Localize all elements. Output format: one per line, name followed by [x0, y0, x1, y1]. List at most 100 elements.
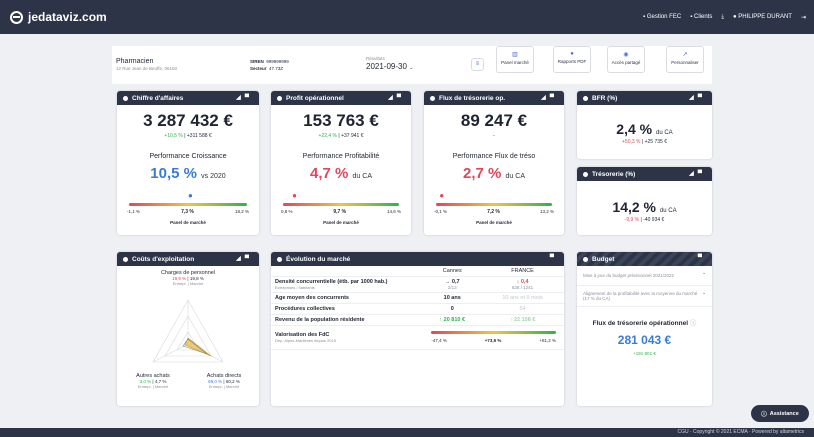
- ft-gauge-max: 13,2 %: [539, 209, 554, 214]
- po-gauge: [283, 203, 399, 206]
- card-title: Trésorerie (%): [592, 170, 636, 178]
- autres-achats-l2: Marché: [154, 384, 169, 389]
- card-dot-icon: [583, 95, 588, 101]
- cell-france: 10 ans et 9 mois: [481, 292, 564, 304]
- card-dot-icon: [430, 95, 435, 101]
- card-actions-icon[interactable]: ▀: [550, 255, 558, 261]
- po-panel-label: Panel de marché: [323, 220, 359, 225]
- card-actions-icon[interactable]: ◢▀: [689, 170, 706, 177]
- acces-partage-button[interactable]: ◉ Accès partagé: [607, 46, 645, 73]
- top-nav: ▪ Gestion FEC ▪ Clients ⤓ ● PHILIPPE DUR…: [643, 0, 806, 34]
- nav-user[interactable]: ● PHILIPPE DURANT: [733, 14, 792, 20]
- card-actions-icon[interactable]: ◢▀: [541, 94, 558, 101]
- card-bfr: BFR (%) ◢▀ 2,4 % du CA +50,3 % | +25 735 …: [577, 91, 712, 159]
- cell-france-sub: 628 / 1241: [511, 285, 534, 290]
- ca-gauge-mid: 7,3 %: [181, 209, 194, 215]
- card-couts-exploitation: Coûts d'exploitation ◢▀ Charges de person…: [117, 252, 259, 406]
- col-cannes: Cannes: [423, 266, 482, 277]
- radar-chart: [152, 299, 224, 363]
- ft-gauge-min: -0,1 %: [434, 209, 448, 214]
- ca-delta-pct: +10,5 %: [164, 133, 183, 139]
- share-icon: ◉: [623, 52, 629, 58]
- table-row: Procédures collectives 0 54: [271, 303, 564, 315]
- ca-value: 3 287 432 €: [143, 111, 233, 130]
- table-row: Age moyen des concurrents 10 ans 10 ans et…: [271, 292, 564, 304]
- bfr-suffix: du CA: [656, 130, 673, 136]
- po-perf-value: 4,7 %: [310, 165, 349, 182]
- valorisation-gauge: [431, 331, 556, 334]
- pdf-icon: ●: [570, 51, 574, 57]
- card-actions-icon[interactable]: ▀: [698, 255, 706, 261]
- row-sub: Dép. Alpes-Maritimes depuis 2015: [275, 338, 336, 343]
- market-table: Cannes FRANCE Densité concurrentielle (ét…: [271, 266, 564, 350]
- filter-button[interactable]: ≡: [471, 58, 484, 71]
- card-profit-operationnel: Profit opérationnel ◢▀ 153 763 € +22,4 % …: [271, 91, 411, 235]
- ft-perf-title: Performance Flux de tréso: [452, 153, 536, 160]
- rapports-pdf-button[interactable]: ● Rapports PDF: [553, 46, 591, 73]
- po-perf-suffix: du CA: [352, 173, 372, 180]
- ca-perf-suffix: vs 2020: [201, 173, 226, 180]
- ft-delta: -: [493, 133, 495, 139]
- budget-row-update[interactable]: Mise à jour du budget prévisionnel 2021/…: [577, 266, 712, 286]
- info-icon[interactable]: ⓘ: [690, 320, 697, 327]
- po-delta-abs: +37 941 €: [341, 133, 364, 139]
- budget-flux-title: Flux de trésorerie opérationnel: [592, 320, 689, 327]
- gauge-pin-icon: ●: [187, 191, 193, 200]
- budget-flux-value: 281 043 €: [617, 333, 672, 347]
- help-icon: ⓘ: [761, 411, 767, 418]
- card-budget: Budget ▀ Mise à jour du budget prévisionn…: [577, 252, 712, 406]
- chart-icon: ▥: [512, 52, 518, 58]
- treso-suffix: du CA: [659, 208, 677, 214]
- ca-perf-value: 10,5 %: [150, 165, 197, 182]
- row-label: Age moyen des concurrents: [275, 295, 349, 301]
- card-evolution-marche: Évolution du marché ▀ Cannes FRANCE Densit…: [271, 252, 564, 406]
- card-title: Chiffre d'affaires: [132, 94, 184, 102]
- card-dot-icon: [583, 256, 588, 262]
- personnaliser-button[interactable]: ↗ Personnaliser: [666, 46, 704, 73]
- company-header: Pharmacien 12 Rue Jean de Beuffe, 06150 …: [112, 46, 712, 84]
- row-label: Revenu de la population résidente: [275, 317, 365, 323]
- card-actions-icon[interactable]: ◢▀: [236, 255, 253, 262]
- bfr-delta-abs: +25 735 €: [644, 139, 667, 145]
- cell-cannes: 10 ans: [423, 292, 482, 304]
- ft-perf-suffix: du CA: [505, 173, 525, 180]
- results-label: Résultats: [366, 56, 385, 61]
- po-perf-title: Performance Profitabilité: [302, 153, 380, 160]
- col-france: FRANCE: [481, 266, 564, 277]
- cell-france: ↑ 22 158 €: [481, 314, 564, 326]
- bfr-value: 2,4 %: [616, 121, 653, 137]
- card-actions-icon[interactable]: ◢▀: [388, 94, 405, 101]
- card-title: BFR (%): [592, 94, 618, 102]
- ft-value: 89 247 €: [460, 111, 528, 130]
- ca-gauge-min: -1,1 %: [127, 209, 141, 214]
- card-title: Profit opérationnel: [286, 94, 344, 102]
- company-address: 12 Rue Jean de Beuffe, 06150: [116, 66, 177, 71]
- top-bar: jedataviz.com ▪ Gestion FEC ▪ Clients ⤓ …: [0, 0, 814, 34]
- po-value: 153 763 €: [303, 111, 379, 130]
- valorisation-min: -47,4 %: [431, 338, 447, 343]
- panel-marche-button[interactable]: ▥ Panel marché: [496, 46, 534, 73]
- download-icon[interactable]: ⤓: [721, 14, 724, 21]
- card-actions-icon[interactable]: ◢▀: [236, 94, 253, 101]
- card-chiffre-affaires: Chiffre d'affaires ◢▀ 3 287 432 € +10,5 %…: [117, 91, 259, 235]
- card-dot-icon: [277, 256, 282, 262]
- company-name: Pharmacien: [116, 58, 154, 65]
- nav-gestion-fec[interactable]: ▪ Gestion FEC: [643, 14, 681, 20]
- budget-flux-delta: +191 801 €: [633, 351, 656, 356]
- valorisation-mid: +73,9 %: [484, 338, 502, 343]
- assistance-label: Assistance: [769, 410, 799, 417]
- card-actions-icon[interactable]: ◢▀: [689, 94, 706, 101]
- ft-gauge-mid: 7,2 %: [487, 209, 500, 215]
- charges-personnel-l1: Entrepr.: [172, 281, 187, 286]
- budget-row-alignement[interactable]: Alignement de la profitabilité avec la m…: [577, 286, 712, 307]
- results-date-select[interactable]: 2021-09-30 ⌄: [366, 62, 413, 71]
- brand[interactable]: jedataviz.com: [10, 10, 107, 24]
- nav-clients[interactable]: ▪ Clients: [690, 14, 712, 20]
- row-sub: Entreprises / habitants: [275, 285, 315, 290]
- card-dot-icon: [583, 171, 588, 177]
- assistance-button[interactable]: ⓘ Assistance: [751, 405, 809, 422]
- card-dot-icon: [277, 95, 282, 101]
- logout-icon[interactable]: ⇥: [801, 14, 806, 21]
- chevron-down-icon: ⌄: [409, 65, 414, 71]
- card-flux-tresorerie: Flux de trésorerie op. ◢▀ 89 247 € - Perf…: [424, 91, 564, 235]
